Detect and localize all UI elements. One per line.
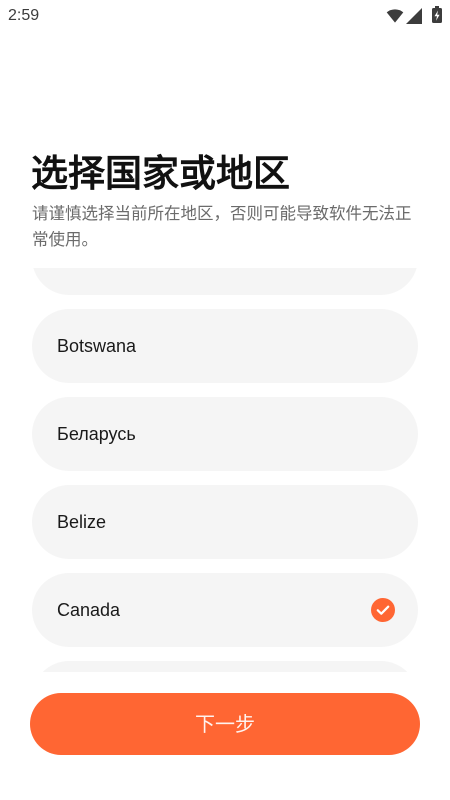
country-item[interactable]: Беларусь bbox=[32, 397, 418, 471]
page-title: 选择国家或地区 bbox=[31, 152, 290, 195]
page-subtitle: 请谨慎选择当前所在地区，否则可能导致软件无法正常使用。 bbox=[32, 204, 412, 249]
country-item-label: Belize bbox=[57, 512, 107, 532]
status-bar: 2:59 bbox=[0, 0, 450, 32]
country-item[interactable]: Canada bbox=[32, 573, 418, 647]
country-item-label: Беларусь bbox=[57, 424, 136, 444]
country-list[interactable]: Botswana Беларусь Belize Canada bbox=[32, 268, 418, 672]
signal-icon bbox=[406, 8, 422, 24]
country-item[interactable]: Belize bbox=[32, 485, 418, 559]
country-item-label: Canada bbox=[57, 600, 121, 620]
next-button[interactable]: 下一步 bbox=[30, 693, 420, 755]
battery-charging-icon bbox=[432, 6, 442, 23]
check-circle-icon bbox=[371, 598, 395, 622]
country-item[interactable] bbox=[32, 661, 418, 672]
status-time: 2:59 bbox=[8, 7, 40, 24]
country-item[interactable] bbox=[32, 268, 418, 295]
country-list-items: Botswana Беларусь Belize Canada bbox=[32, 268, 418, 672]
wifi-icon bbox=[386, 9, 404, 23]
country-item-label: Botswana bbox=[57, 336, 137, 356]
country-item[interactable]: Botswana bbox=[32, 309, 418, 383]
